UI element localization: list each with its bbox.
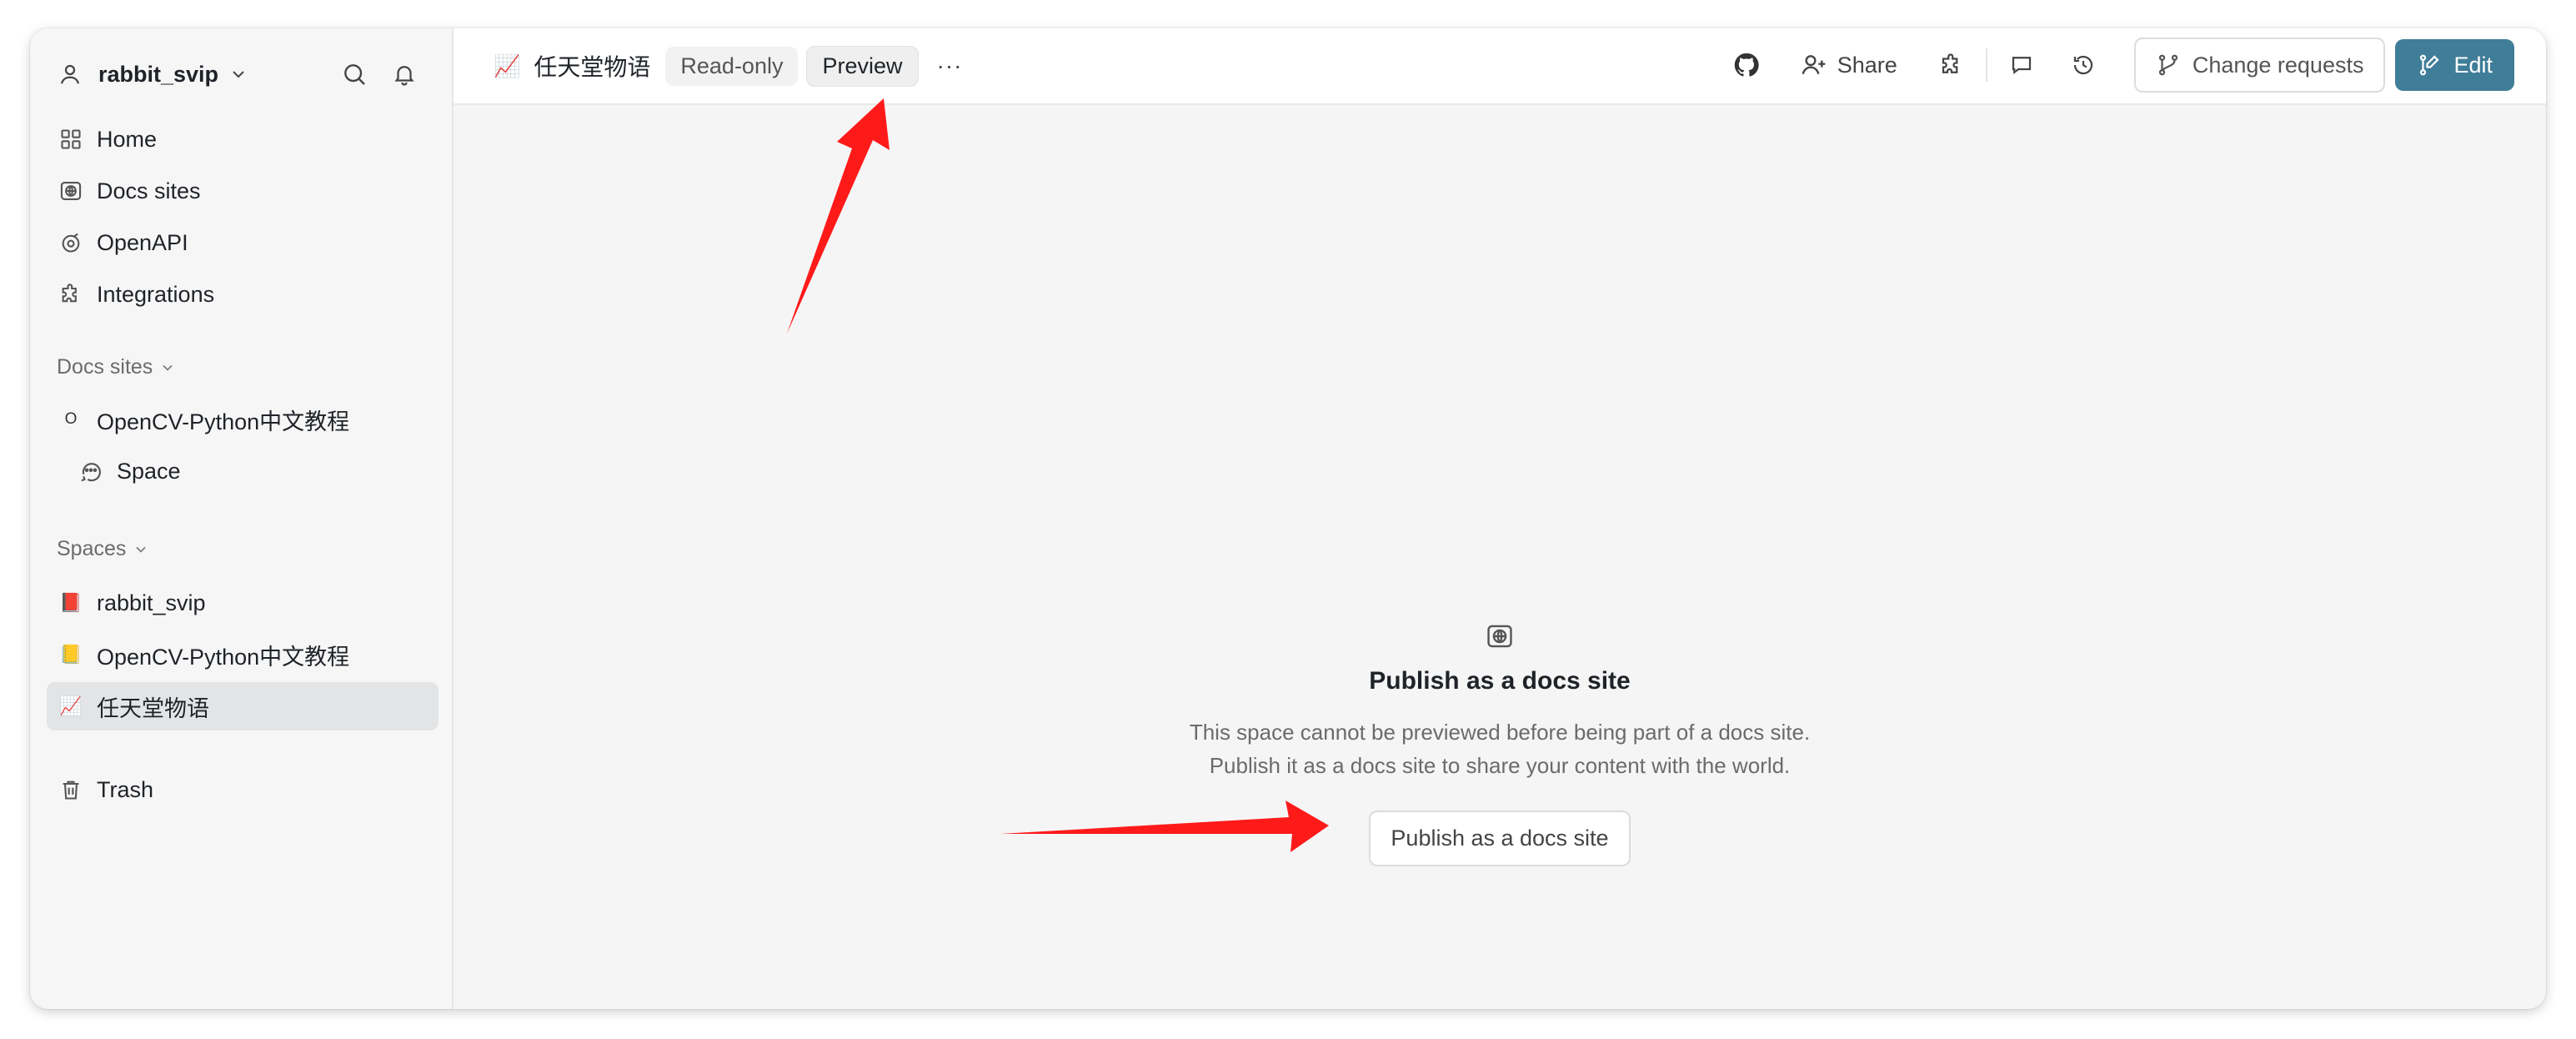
spaces-list: 📕 rabbit_svip 📒 OpenCV-Python中文教程 📈 任天堂物… xyxy=(47,579,439,734)
puzzle-icon xyxy=(57,280,85,309)
trash-section: Trash xyxy=(47,765,439,817)
docs-sites-section-title[interactable]: Docs sites xyxy=(57,355,176,379)
globe-icon xyxy=(57,177,85,205)
notebook-yellow-icon: 📒 xyxy=(59,644,83,665)
change-requests-button[interactable]: Change requests xyxy=(2133,38,2386,93)
empty-state-title: Publish as a docs site xyxy=(1369,667,1631,695)
main-nav: Home Docs sites OpenAPI Integrations xyxy=(47,115,439,322)
nav-integrations[interactable]: Integrations xyxy=(47,270,439,319)
space-item-label: rabbit_svip xyxy=(97,590,206,615)
bell-icon[interactable] xyxy=(387,57,422,92)
nav-docs-sites-label: Docs sites xyxy=(97,178,201,203)
chevron-down-icon xyxy=(228,64,248,84)
trash-icon xyxy=(57,775,85,804)
empty-state-desc-line-1: This space cannot be previewed before be… xyxy=(1189,720,1811,745)
github-icon[interactable] xyxy=(1727,46,1766,84)
space-emoji-wrap: 📕 xyxy=(57,589,85,617)
nav-trash[interactable]: Trash xyxy=(47,765,439,814)
edit-button[interactable]: Edit xyxy=(2395,39,2514,91)
nav-trash-label: Trash xyxy=(97,776,154,802)
history-icon[interactable] xyxy=(2064,46,2102,84)
docs-sites-section-label: Docs sites xyxy=(57,355,153,379)
page-title: 任天堂物语 xyxy=(534,54,651,80)
publish-docs-site-button[interactable]: Publish as a docs site xyxy=(1369,811,1631,866)
nav-home-label: Home xyxy=(97,126,158,152)
nav-openapi[interactable]: OpenAPI xyxy=(47,218,439,267)
chevron-down-icon xyxy=(136,546,146,553)
openapi-icon xyxy=(57,228,85,257)
comment-icon[interactable] xyxy=(2002,46,2041,84)
nav-openapi-label: OpenAPI xyxy=(97,229,188,255)
docs-site-space-label: Space xyxy=(117,458,181,484)
add-user-icon xyxy=(1802,55,1826,75)
space-item-nintendo[interactable]: 📈 任天堂物语 xyxy=(47,682,439,730)
space-item-label: 任天堂物语 xyxy=(97,695,209,721)
space-icon xyxy=(77,457,105,485)
change-requests-label: Change requests xyxy=(2192,52,2364,78)
docs-site-badge-wrap: O xyxy=(57,405,85,434)
edit-branch-icon xyxy=(2420,54,2440,76)
space-item-opencv[interactable]: 📒 OpenCV-Python中文教程 xyxy=(47,630,439,679)
edit-label: Edit xyxy=(2453,52,2493,78)
spaces-section-title[interactable]: Spaces xyxy=(57,537,149,561)
spaces-section-label: Spaces xyxy=(57,537,127,560)
org-name: rabbit_svip xyxy=(98,61,219,87)
space-item-label: OpenCV-Python中文教程 xyxy=(97,644,350,670)
preview-button[interactable]: Preview xyxy=(806,45,919,87)
search-icon[interactable] xyxy=(337,57,372,92)
empty-state-desc-line-2: Publish it as a docs site to share your … xyxy=(1209,753,1791,778)
main-content: Publish as a docs site This space cannot… xyxy=(454,105,2546,1009)
sidebar: rabbit_svip Home Docs sites OpenAPI Inte… xyxy=(30,28,454,1009)
chart-up-icon: 📈 xyxy=(59,695,83,716)
toolbar-divider xyxy=(1985,48,1987,82)
home-grid-icon xyxy=(57,125,85,153)
org-switcher[interactable]: rabbit_svip xyxy=(55,52,439,97)
space-emoji-wrap: 📈 xyxy=(57,692,85,720)
read-only-badge[interactable]: Read-only xyxy=(665,46,799,86)
org-avatar-icon xyxy=(55,59,85,89)
chevron-down-icon xyxy=(163,364,173,371)
more-options-button[interactable]: ··· xyxy=(937,53,963,79)
docs-site-space-item[interactable]: Space xyxy=(47,447,439,495)
chart-up-icon: 📈 xyxy=(494,53,521,78)
puzzle-icon[interactable] xyxy=(1932,46,1971,84)
empty-state: Publish as a docs site This space cannot… xyxy=(454,622,2546,866)
docs-site-item[interactable]: O OpenCV-Python中文教程 xyxy=(47,395,439,444)
docs-site-badge: O xyxy=(64,410,78,428)
nav-home[interactable]: Home xyxy=(47,115,439,163)
share-button[interactable]: Share xyxy=(1801,52,1897,78)
docs-site-label: OpenCV-Python中文教程 xyxy=(97,409,350,434)
globe-icon xyxy=(1486,622,1514,650)
nav-docs-sites[interactable]: Docs sites xyxy=(47,167,439,215)
docs-sites-list: O OpenCV-Python中文教程 Space xyxy=(47,395,439,499)
space-emoji-wrap: 📒 xyxy=(57,640,85,669)
book-red-icon: 📕 xyxy=(59,592,83,613)
branch-icon xyxy=(2158,54,2178,76)
share-label: Share xyxy=(1837,52,1897,78)
nav-integrations-label: Integrations xyxy=(97,281,215,307)
top-bar: 📈 任天堂物语 Read-only Preview ··· Share Chan… xyxy=(454,28,2546,105)
app-window: rabbit_svip Home Docs sites OpenAPI Inte… xyxy=(30,28,2546,1009)
space-item-rabbit[interactable]: 📕 rabbit_svip xyxy=(47,579,439,627)
